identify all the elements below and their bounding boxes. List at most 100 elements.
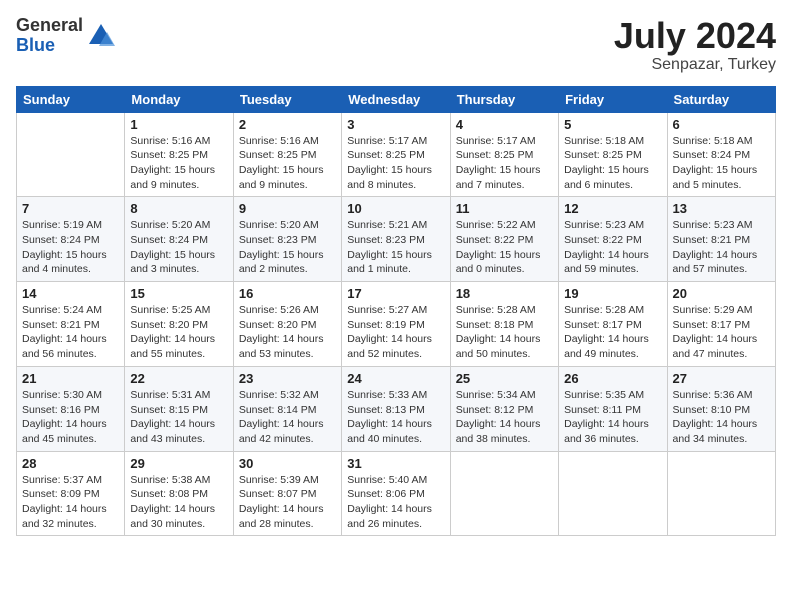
day-number: 10 (347, 201, 444, 216)
calendar-cell (450, 451, 558, 536)
calendar-cell: 21Sunrise: 5:30 AM Sunset: 8:16 PM Dayli… (17, 366, 125, 451)
day-info: Sunrise: 5:32 AM Sunset: 8:14 PM Dayligh… (239, 388, 336, 447)
calendar-cell: 25 Sunrise: 5:34 AM Sunset: 8:12 PM Dayli… (450, 366, 558, 451)
calendar-cell: 15Sunrise: 5:25 AM Sunset: 8:20 PM Dayli… (125, 282, 233, 367)
day-number: 28 (22, 456, 119, 471)
day-number: 1 (130, 117, 227, 132)
day-info: Sunrise: 5:33 AM Sunset: 8:13 PM Dayligh… (347, 388, 444, 447)
calendar-week-row: 21Sunrise: 5:30 AM Sunset: 8:16 PM Dayli… (17, 366, 776, 451)
calendar-cell: 7 Sunrise: 5:19 AM Sunset: 8:24 PM Daylig… (17, 197, 125, 282)
day-info: Sunrise: 5:19 AM Sunset: 8:24 PM Dayligh… (22, 218, 119, 277)
day-number: 6 (673, 117, 770, 132)
day-info: Sunrise: 5:21 AM Sunset: 8:23 PM Dayligh… (347, 218, 444, 277)
day-info: Sunrise: 5:39 AM Sunset: 8:07 PM Dayligh… (239, 473, 336, 532)
page-header: General Blue July 2024 Senpazar, Turkey (16, 16, 776, 74)
logo-text: General Blue (16, 16, 83, 56)
day-number: 31 (347, 456, 444, 471)
calendar-week-row: 1Sunrise: 5:16 AM Sunset: 8:25 PM Daylig… (17, 112, 776, 197)
calendar-cell: 19 Sunrise: 5:28 AM Sunset: 8:17 PM Dayli… (559, 282, 667, 367)
day-info: Sunrise: 5:17 AM Sunset: 8:25 PM Dayligh… (347, 134, 444, 193)
day-number: 5 (564, 117, 661, 132)
calendar-cell: 24 Sunrise: 5:33 AM Sunset: 8:13 PM Dayli… (342, 366, 450, 451)
day-number: 26 (564, 371, 661, 386)
location: Senpazar, Turkey (614, 56, 776, 74)
calendar-cell: 12 Sunrise: 5:23 AM Sunset: 8:22 PM Dayli… (559, 197, 667, 282)
calendar-cell: 26 Sunrise: 5:35 AM Sunset: 8:11 PM Dayli… (559, 366, 667, 451)
calendar-cell: 30 Sunrise: 5:39 AM Sunset: 8:07 PM Dayli… (233, 451, 341, 536)
logo-icon (87, 22, 115, 50)
month-year: July 2024 (614, 16, 776, 56)
calendar-cell: 31 Sunrise: 5:40 AM Sunset: 8:06 PM Dayli… (342, 451, 450, 536)
day-number: 3 (347, 117, 444, 132)
calendar-header-wednesday: Wednesday (342, 86, 450, 112)
calendar-cell: 20 Sunrise: 5:29 AM Sunset: 8:17 PM Dayli… (667, 282, 775, 367)
calendar-cell: 2Sunrise: 5:16 AM Sunset: 8:25 PM Daylig… (233, 112, 341, 197)
calendar-cell (17, 112, 125, 197)
day-number: 11 (456, 201, 553, 216)
calendar-header-saturday: Saturday (667, 86, 775, 112)
day-info: Sunrise: 5:18 AM Sunset: 8:25 PM Dayligh… (564, 134, 661, 193)
calendar-table: SundayMondayTuesdayWednesdayThursdayFrid… (16, 86, 776, 537)
day-number: 16 (239, 286, 336, 301)
calendar-header-monday: Monday (125, 86, 233, 112)
day-info: Sunrise: 5:17 AM Sunset: 8:25 PM Dayligh… (456, 134, 553, 193)
day-number: 13 (673, 201, 770, 216)
calendar-cell: 23 Sunrise: 5:32 AM Sunset: 8:14 PM Dayli… (233, 366, 341, 451)
calendar-header-row: SundayMondayTuesdayWednesdayThursdayFrid… (17, 86, 776, 112)
day-number: 27 (673, 371, 770, 386)
calendar-week-row: 14 Sunrise: 5:24 AM Sunset: 8:21 PM Dayli… (17, 282, 776, 367)
day-info: Sunrise: 5:20 AM Sunset: 8:23 PM Dayligh… (239, 218, 336, 277)
day-number: 19 (564, 286, 661, 301)
day-number: 24 (347, 371, 444, 386)
day-number: 2 (239, 117, 336, 132)
calendar-cell: 29Sunrise: 5:38 AM Sunset: 8:08 PM Dayli… (125, 451, 233, 536)
logo-blue: Blue (16, 36, 83, 56)
day-info: Sunrise: 5:38 AM Sunset: 8:08 PM Dayligh… (130, 473, 227, 532)
calendar-cell: 17Sunrise: 5:27 AM Sunset: 8:19 PM Dayli… (342, 282, 450, 367)
calendar-cell: 5 Sunrise: 5:18 AM Sunset: 8:25 PM Daylig… (559, 112, 667, 197)
day-number: 14 (22, 286, 119, 301)
day-info: Sunrise: 5:26 AM Sunset: 8:20 PM Dayligh… (239, 303, 336, 362)
day-number: 15 (130, 286, 227, 301)
calendar-cell: 9 Sunrise: 5:20 AM Sunset: 8:23 PM Daylig… (233, 197, 341, 282)
day-number: 20 (673, 286, 770, 301)
day-info: Sunrise: 5:20 AM Sunset: 8:24 PM Dayligh… (130, 218, 227, 277)
calendar-cell: 27 Sunrise: 5:36 AM Sunset: 8:10 PM Dayli… (667, 366, 775, 451)
day-info: Sunrise: 5:36 AM Sunset: 8:10 PM Dayligh… (673, 388, 770, 447)
day-number: 30 (239, 456, 336, 471)
day-info: Sunrise: 5:35 AM Sunset: 8:11 PM Dayligh… (564, 388, 661, 447)
day-info: Sunrise: 5:34 AM Sunset: 8:12 PM Dayligh… (456, 388, 553, 447)
calendar-header-sunday: Sunday (17, 86, 125, 112)
calendar-cell (559, 451, 667, 536)
day-info: Sunrise: 5:22 AM Sunset: 8:22 PM Dayligh… (456, 218, 553, 277)
day-info: Sunrise: 5:24 AM Sunset: 8:21 PM Dayligh… (22, 303, 119, 362)
day-info: Sunrise: 5:37 AM Sunset: 8:09 PM Dayligh… (22, 473, 119, 532)
day-info: Sunrise: 5:23 AM Sunset: 8:21 PM Dayligh… (673, 218, 770, 277)
calendar-cell: 1Sunrise: 5:16 AM Sunset: 8:25 PM Daylig… (125, 112, 233, 197)
day-number: 22 (130, 371, 227, 386)
day-number: 9 (239, 201, 336, 216)
day-info: Sunrise: 5:28 AM Sunset: 8:17 PM Dayligh… (564, 303, 661, 362)
day-info: Sunrise: 5:23 AM Sunset: 8:22 PM Dayligh… (564, 218, 661, 277)
calendar-cell: 13 Sunrise: 5:23 AM Sunset: 8:21 PM Dayli… (667, 197, 775, 282)
day-number: 4 (456, 117, 553, 132)
calendar-header-tuesday: Tuesday (233, 86, 341, 112)
day-number: 7 (22, 201, 119, 216)
day-number: 17 (347, 286, 444, 301)
calendar-week-row: 7 Sunrise: 5:19 AM Sunset: 8:24 PM Daylig… (17, 197, 776, 282)
calendar-cell: 16 Sunrise: 5:26 AM Sunset: 8:20 PM Dayli… (233, 282, 341, 367)
day-number: 25 (456, 371, 553, 386)
day-number: 23 (239, 371, 336, 386)
day-number: 21 (22, 371, 119, 386)
day-info: Sunrise: 5:29 AM Sunset: 8:17 PM Dayligh… (673, 303, 770, 362)
day-info: Sunrise: 5:31 AM Sunset: 8:15 PM Dayligh… (130, 388, 227, 447)
day-number: 12 (564, 201, 661, 216)
logo: General Blue (16, 16, 115, 56)
day-info: Sunrise: 5:28 AM Sunset: 8:18 PM Dayligh… (456, 303, 553, 362)
calendar-cell: 14 Sunrise: 5:24 AM Sunset: 8:21 PM Dayli… (17, 282, 125, 367)
calendar-cell: 22 Sunrise: 5:31 AM Sunset: 8:15 PM Dayli… (125, 366, 233, 451)
calendar-cell (667, 451, 775, 536)
calendar-cell: 3 Sunrise: 5:17 AM Sunset: 8:25 PM Daylig… (342, 112, 450, 197)
calendar-cell: 8Sunrise: 5:20 AM Sunset: 8:24 PM Daylig… (125, 197, 233, 282)
day-info: Sunrise: 5:40 AM Sunset: 8:06 PM Dayligh… (347, 473, 444, 532)
